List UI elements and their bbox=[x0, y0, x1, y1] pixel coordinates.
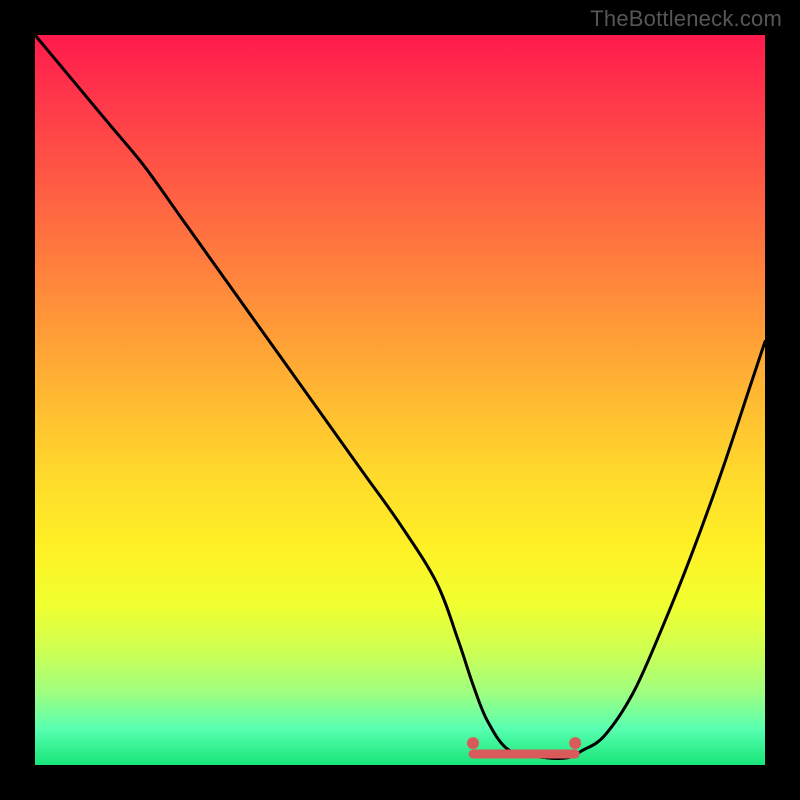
watermark-text: TheBottleneck.com bbox=[590, 6, 782, 32]
chart-svg bbox=[35, 35, 765, 765]
bottleneck-curve-path bbox=[35, 35, 765, 759]
optimal-marker-left bbox=[467, 737, 479, 749]
plot-area bbox=[35, 35, 765, 765]
chart-frame: TheBottleneck.com bbox=[0, 0, 800, 800]
optimal-marker-right bbox=[569, 737, 581, 749]
